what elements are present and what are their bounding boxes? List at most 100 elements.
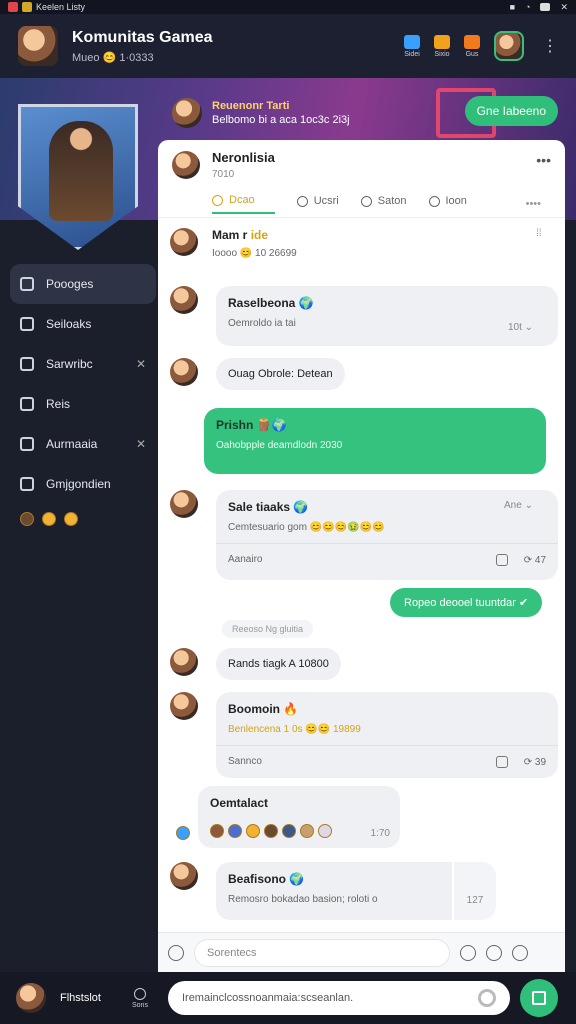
emoji-icon[interactable] (64, 512, 78, 526)
reaction-avatar[interactable] (282, 824, 296, 838)
message-item[interactable]: Oemtalact 1:70 (198, 786, 400, 848)
banner-user[interactable]: Reuenonr Tarti Belbomo bi a aca 1oc3c 2i… (172, 98, 350, 128)
message-avatar (170, 490, 198, 518)
reaction-count[interactable]: ⟳ 39 (524, 757, 546, 768)
reaction-avatar[interactable] (210, 824, 224, 838)
chat-composer: Sorentecs (158, 932, 565, 972)
message-text: Rands tiagk A 10800 (216, 648, 341, 680)
emoji-row (10, 504, 156, 534)
message-item[interactable]: Mam r ide Ioooo 😊 10 26699 ⁞⁞ (170, 228, 542, 259)
chest-icon (434, 34, 450, 49)
like-icon[interactable] (495, 554, 508, 566)
message-text: Benlencena 1 0s 😊😊 19899 (228, 724, 361, 735)
more-horizontal-icon[interactable]: •••• (526, 198, 541, 210)
message-text: Ropeo deooel tuuntdar ✔ (390, 588, 543, 617)
sticker-icon[interactable] (512, 944, 528, 961)
message-footer: Aanairo (228, 554, 263, 565)
close-icon[interactable]: ✕ (136, 437, 146, 451)
chat-header: Neronlisia 7010 ••• Dcao Ucsri Saton Ioo… (158, 140, 565, 218)
system-message: Reeoso Ng gluitia (208, 620, 314, 638)
pencil-icon[interactable] (460, 944, 476, 961)
message-item[interactable]: Ouag Obrole: Detean (170, 358, 345, 390)
message-item[interactable]: Boomoin 🔥 Benlencena 1 0s 😊😊 19899 Sannc… (170, 692, 558, 778)
message-avatar (170, 358, 198, 386)
message-meta: Ioooo 😊 10 26699 (212, 248, 297, 259)
tab-label: Dcao (229, 194, 255, 206)
globe-icon (428, 195, 440, 207)
message-item[interactable]: Sale tiaaks 🌍 Cemtesuario gom 😊😊😊🤢😊😊 Aan… (170, 490, 558, 580)
status-app-name: Keelen Listy (36, 2, 86, 12)
search-icon (296, 195, 308, 207)
tab-3[interactable]: Saton (360, 195, 407, 213)
clock-icon[interactable] (168, 944, 184, 961)
message-item-own[interactable]: Prishn 🪵🌍 Oahobpple deamdlodn 2030 (204, 408, 546, 474)
wifi-icon: ◔ (525, 2, 531, 12)
app-icon-2 (22, 2, 32, 12)
message-avatar (170, 862, 198, 890)
user-name: Flhstslot (60, 992, 101, 1004)
reaction-avatar[interactable] (318, 824, 332, 838)
close-icon[interactable]: ✕ (560, 2, 568, 13)
chat-subtitle: 7010 (212, 169, 235, 180)
sidebar-item-home[interactable]: Poooges (10, 264, 156, 304)
tag-icon[interactable] (486, 944, 502, 961)
more-vertical-icon[interactable]: ⋮ (542, 36, 558, 56)
sidebar-item-6[interactable]: Gmjgondien (10, 464, 156, 504)
header-action-label: Sixio (434, 50, 450, 58)
sidebar-item-3[interactable]: Sarwribc ✕ (10, 344, 156, 384)
community-avatar[interactable] (18, 26, 58, 66)
user-avatar[interactable] (494, 31, 524, 61)
chat-avatar[interactable] (172, 151, 200, 179)
reaction-avatar[interactable] (264, 824, 278, 838)
header-action-3[interactable]: Gus (464, 34, 480, 58)
chat-name: Neronlisia (212, 150, 275, 165)
user-icon (20, 397, 34, 411)
message-author: Mam r (212, 228, 248, 242)
message-author: Beafisono 🌍 (228, 872, 305, 886)
join-button[interactable]: Gne Iabeeno (464, 96, 558, 126)
reaction-avatar[interactable] (246, 824, 260, 838)
sidebar-item-4[interactable]: Reis (10, 384, 156, 424)
tab-2[interactable]: Ucsri (296, 195, 339, 213)
message-time: 10t ⌄ (508, 322, 534, 333)
pin-badge-icon (176, 826, 190, 840)
more-horizontal-icon[interactable]: ••• (536, 152, 551, 168)
message-time: Ane ⌄ (504, 500, 533, 511)
info-button[interactable]: Sons (132, 987, 148, 1009)
banner-avatar (172, 98, 202, 128)
message-time: 1:70 (370, 828, 390, 839)
close-icon[interactable]: ✕ (136, 357, 146, 371)
reaction-count[interactable]: ⟳ 47 (524, 555, 546, 566)
send-button[interactable] (519, 979, 558, 1017)
message-item[interactable]: Rands tiagk A 10800 (170, 648, 341, 680)
sidebar-item-2[interactable]: Seiloaks (10, 304, 156, 344)
lock-icon: ■ (509, 2, 516, 12)
emoji-icon[interactable] (42, 512, 56, 526)
plus-square-icon (20, 317, 34, 331)
reaction-avatar[interactable] (228, 824, 242, 838)
user-avatar[interactable] (16, 983, 46, 1013)
message-item[interactable]: Beafisono 🌍 Remosro bokadao basion; rolo… (170, 862, 496, 920)
sidebar-item-label: Aurmaaia (46, 437, 98, 451)
message-author: Prishn 🪵🌍 (216, 418, 287, 432)
message-avatar (170, 648, 198, 676)
message-text: Remosro bokadao basion; roloti o (228, 894, 378, 905)
status-bar: Keelen Listy ■ ◔ ✕ (0, 0, 576, 14)
message-item-own[interactable]: Ropeo deooel tuuntdar ✔ (390, 588, 543, 617)
reaction-avatar[interactable] (300, 824, 314, 838)
header-action-1[interactable]: Sidei (404, 34, 420, 58)
message-input[interactable]: Iremainclcossnoanmaia:scseanlan. (167, 981, 510, 1015)
link-icon (20, 477, 34, 491)
emoji-icon[interactable] (20, 512, 34, 526)
message-avatar (170, 228, 198, 256)
sidebar-item-label: Poooges (46, 277, 94, 291)
reply-input[interactable]: Sorentecs (194, 938, 450, 967)
tab-1[interactable]: Dcao (212, 194, 275, 214)
header-action-2[interactable]: Sixio (434, 34, 450, 58)
sidebar-item-5[interactable]: Aurmaaia ✕ (10, 424, 156, 464)
mic-icon[interactable] (477, 989, 496, 1007)
expand-icon[interactable]: ⁞⁞ (536, 228, 542, 239)
message-item[interactable]: Raselbeona 🌍 Oemroldo ia tai 10t ⌄ (170, 286, 558, 346)
share-icon[interactable] (495, 756, 508, 768)
tab-4[interactable]: Ioon (428, 195, 467, 213)
